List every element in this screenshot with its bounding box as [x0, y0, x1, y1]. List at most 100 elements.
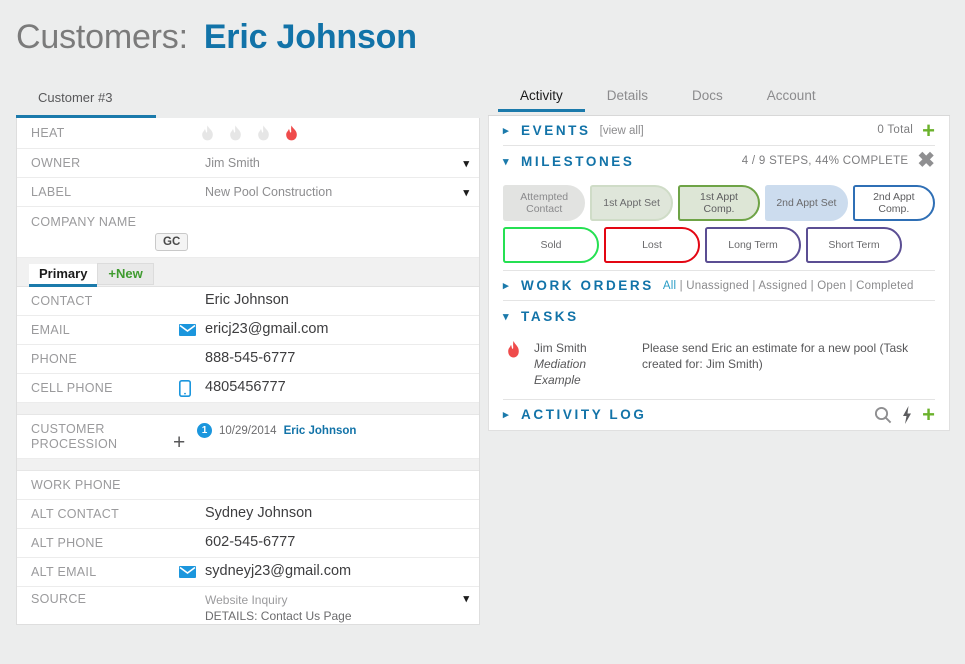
- milestone-chip-1st-appt-comp[interactable]: 1st Appt Comp.: [677, 185, 761, 221]
- alt-email-label: ALT EMAIL: [31, 564, 97, 579]
- source-value: Website Inquiry: [205, 593, 288, 607]
- milestones-title: MILESTONES: [521, 153, 635, 169]
- activity-card: ▸ EVENTS [view all] 0 Total + ▾ MILESTON…: [488, 116, 950, 431]
- work-order-filter-unassigned[interactable]: Unassigned: [686, 280, 749, 292]
- filter-separator: |: [846, 279, 857, 292]
- chevron-down-icon[interactable]: ▾: [503, 155, 512, 168]
- filter-separator: |: [676, 279, 687, 292]
- section-events[interactable]: ▸ EVENTS [view all] 0 Total +: [503, 116, 935, 146]
- customer-tabbar: Customer #3: [16, 86, 480, 118]
- customer-detail-page: Customers: Eric Johnson Customer #3 HEAT …: [0, 0, 965, 664]
- owner-label: OWNER: [31, 155, 81, 170]
- tab-active-underline: [16, 115, 156, 118]
- events-view-all-link[interactable]: [view all]: [600, 125, 644, 137]
- page-title-customer-name: Eric Johnson: [203, 18, 417, 56]
- email-icon[interactable]: [179, 324, 205, 336]
- chevron-down-icon[interactable]: ▾: [453, 157, 469, 170]
- activity-panel: Activity Details Docs Account ▸ EVENTS [vie…: [488, 86, 950, 431]
- section-tasks[interactable]: ▾ TASKS: [503, 301, 935, 331]
- alt-email-icon[interactable]: [179, 566, 205, 578]
- events-title: EVENTS: [521, 123, 591, 138]
- work-orders-title: WORK ORDERS: [521, 278, 654, 293]
- tab-activity[interactable]: Activity: [498, 86, 585, 112]
- milestone-chips: Attempted Contact 1st Appt Set 1st Appt Co…: [503, 176, 936, 271]
- company-name-label: COMPANY NAME: [31, 215, 137, 229]
- alt-contact-label: ALT CONTACT: [31, 506, 120, 521]
- milestone-chip-lost[interactable]: Lost: [604, 227, 700, 263]
- task-owner-sub: Mediation Example: [534, 356, 587, 387]
- row-work-phone: WORK PHONE: [17, 471, 479, 500]
- task-owner-name: Jim Smith: [534, 341, 587, 355]
- row-alt-phone: ALT PHONE 602-545-6777: [17, 529, 479, 558]
- flame-icon-inactive[interactable]: [227, 125, 244, 142]
- work-order-filter-completed[interactable]: Completed: [856, 280, 913, 292]
- flame-icon-inactive[interactable]: [199, 125, 216, 142]
- gc-badge[interactable]: GC: [155, 233, 189, 251]
- task-list: Jim Smith Mediation Example Please send Er…: [503, 331, 935, 400]
- milestone-row: Sold Lost Long Term Short Term: [503, 227, 935, 263]
- milestone-chip-short-term[interactable]: Short Term: [806, 227, 902, 263]
- work-order-filter-assigned[interactable]: Assigned: [758, 280, 807, 292]
- row-owner[interactable]: OWNER Jim Smith ▾: [17, 149, 479, 178]
- alt-phone-label: ALT PHONE: [31, 535, 104, 550]
- flame-icon: [505, 341, 522, 359]
- chevron-right-icon[interactable]: ▸: [503, 279, 512, 292]
- tab-docs[interactable]: Docs: [670, 86, 745, 111]
- milestone-chip-sold[interactable]: Sold: [503, 227, 599, 263]
- customer-panel: Customer #3 HEAT OWNER Jim Smith ▾ LABEL…: [16, 86, 480, 626]
- close-icon[interactable]: ✖: [917, 150, 935, 171]
- phone-value: 888-545-6777: [205, 350, 296, 367]
- section-milestones[interactable]: ▾ MILESTONES 4 / 9 STEPS, 44% COMPLETE ✖: [503, 146, 935, 176]
- chevron-down-icon[interactable]: ▾: [503, 310, 512, 323]
- alt-email-value: sydneyj23@gmail.com: [205, 563, 352, 580]
- bolt-icon[interactable]: [901, 405, 913, 424]
- page-title: Customers: Eric Johnson: [16, 18, 417, 57]
- mobile-phone-icon[interactable]: [179, 379, 205, 397]
- events-total: 0 Total: [877, 124, 914, 137]
- procession-who-link[interactable]: Eric Johnson: [284, 425, 357, 437]
- plus-icon[interactable]: +: [922, 403, 935, 426]
- plus-icon[interactable]: +: [922, 119, 935, 142]
- row-label-field[interactable]: LABEL New Pool Construction ▾: [17, 178, 479, 207]
- alt-contact-value: Sydney Johnson: [205, 505, 313, 522]
- section-work-orders[interactable]: ▸ WORK ORDERS All | Unassigned | Assigne…: [503, 271, 935, 301]
- row-source[interactable]: SOURCE Website Inquiry DETAILS: Contact …: [17, 587, 479, 624]
- add-procession-icon[interactable]: +: [173, 420, 197, 453]
- task-description: Please send Eric an estimate for a new p…: [642, 341, 909, 371]
- activity-log-title: ACTIVITY LOG: [521, 407, 647, 423]
- row-contact: CONTACT Eric Johnson: [17, 287, 479, 316]
- work-order-filter-open[interactable]: Open: [817, 280, 846, 292]
- tab-account[interactable]: Account: [745, 86, 838, 111]
- heat-rating[interactable]: [199, 125, 300, 142]
- chevron-down-icon[interactable]: ▾: [453, 592, 469, 605]
- milestone-chip-1st-appt-set[interactable]: 1st Appt Set: [590, 185, 673, 221]
- flame-icon-active[interactable]: [283, 125, 300, 142]
- section-activity-log[interactable]: ▸ ACTIVITY LOG +: [503, 400, 935, 430]
- email-label: EMAIL: [31, 322, 71, 337]
- chevron-right-icon[interactable]: ▸: [503, 124, 512, 137]
- contact-subtabs: Primary +New: [17, 258, 479, 287]
- subtab-primary[interactable]: Primary: [29, 264, 98, 287]
- milestone-chip-2nd-appt-comp[interactable]: 2nd Appt Comp.: [852, 185, 936, 221]
- row-company-name: COMPANY NAME GC: [17, 207, 479, 258]
- milestone-chip-long-term[interactable]: Long Term: [705, 227, 801, 263]
- row-phone: PHONE 888-545-6777: [17, 345, 479, 374]
- cell-phone-label: CELL PHONE: [31, 380, 113, 395]
- tab-details[interactable]: Details: [585, 86, 670, 111]
- heat-label: HEAT: [31, 125, 65, 140]
- flame-icon-inactive[interactable]: [255, 125, 272, 142]
- milestone-chip-attempted-contact[interactable]: Attempted Contact: [503, 185, 586, 221]
- customer-info-card: HEAT OWNER Jim Smith ▾ LABEL New Pool Co…: [16, 118, 480, 626]
- chevron-right-icon[interactable]: ▸: [503, 408, 512, 421]
- chevron-down-icon[interactable]: ▾: [453, 186, 469, 199]
- section-divider: [17, 403, 479, 415]
- milestone-chip-2nd-appt-set[interactable]: 2nd Appt Set: [765, 185, 848, 221]
- task-row[interactable]: Jim Smith Mediation Example Please send Er…: [503, 331, 935, 400]
- work-order-filter-all[interactable]: All: [663, 280, 676, 292]
- phone-label: PHONE: [31, 351, 77, 366]
- subtab-new[interactable]: +New: [97, 263, 154, 285]
- customer-procession-label: CUSTOMER PROCESSION: [31, 422, 118, 451]
- tab-customer-3[interactable]: Customer #3: [16, 86, 134, 114]
- owner-value: Jim Smith: [205, 155, 260, 170]
- search-icon[interactable]: [874, 406, 892, 424]
